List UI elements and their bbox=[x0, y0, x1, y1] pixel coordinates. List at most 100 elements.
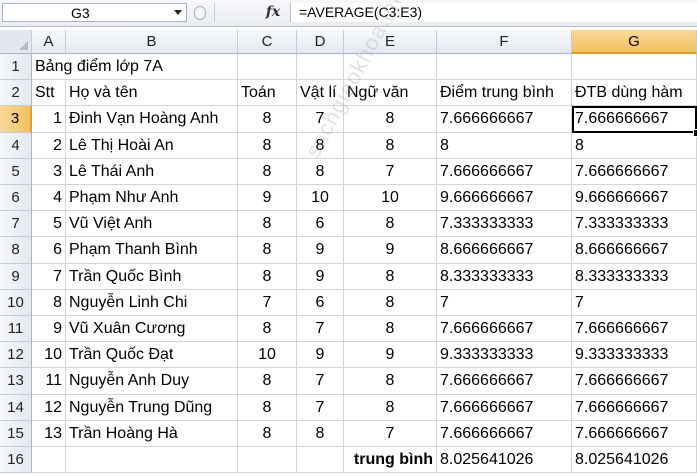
cell-a12[interactable]: 10 bbox=[32, 342, 66, 369]
cell-e2[interactable]: Ngữ văn bbox=[344, 80, 437, 107]
row-header[interactable]: 10 bbox=[0, 289, 32, 316]
cell-b4[interactable]: Lê Thị Hoài An bbox=[66, 132, 238, 159]
cell-g8[interactable]: 8.666666667 bbox=[572, 237, 697, 264]
column-header-e[interactable]: E bbox=[344, 30, 437, 54]
cell-g5[interactable]: 7.666666667 bbox=[572, 158, 697, 185]
cell-g14[interactable]: 7.666666667 bbox=[572, 394, 697, 421]
cell-c7[interactable]: 8 bbox=[238, 211, 297, 238]
cell-e16[interactable]: trung bình bbox=[344, 447, 437, 474]
column-header-d[interactable]: D bbox=[297, 30, 344, 54]
cell-g4[interactable]: 8 bbox=[572, 132, 697, 159]
cell-e11[interactable]: 8 bbox=[344, 316, 437, 343]
name-box[interactable]: G3 bbox=[2, 3, 187, 22]
cell-f5[interactable]: 7.666666667 bbox=[437, 158, 572, 185]
cell-e10[interactable]: 8 bbox=[344, 289, 437, 316]
cell-d1[interactable] bbox=[297, 54, 344, 81]
cell-e3[interactable]: 8 bbox=[344, 106, 437, 133]
cell-a6[interactable]: 4 bbox=[32, 185, 66, 212]
cell-a8[interactable]: 6 bbox=[32, 237, 66, 264]
cell-a13[interactable]: 11 bbox=[32, 368, 66, 395]
row-header[interactable]: 4 bbox=[0, 132, 32, 159]
row-header[interactable]: 14 bbox=[0, 394, 32, 421]
cell-d14[interactable]: 7 bbox=[297, 394, 344, 421]
cell-b8[interactable]: Phạm Thanh Bình bbox=[66, 237, 238, 264]
row-header[interactable]: 12 bbox=[0, 342, 32, 369]
cell-f16[interactable]: 8.025641026 bbox=[437, 447, 572, 474]
cell-g15[interactable]: 7.666666667 bbox=[572, 420, 697, 447]
cell-f1[interactable] bbox=[437, 54, 572, 81]
cell-b13[interactable]: Nguyễn Anh Duy bbox=[66, 368, 238, 395]
row-header[interactable]: 3 bbox=[0, 106, 32, 133]
cell-d6[interactable]: 10 bbox=[297, 185, 344, 212]
cell-f11[interactable]: 7.666666667 bbox=[437, 316, 572, 343]
cell-g10[interactable]: 7 bbox=[572, 289, 697, 316]
cell-e4[interactable]: 8 bbox=[344, 132, 437, 159]
cell-a5[interactable]: 3 bbox=[32, 158, 66, 185]
row-header[interactable]: 2 bbox=[0, 80, 32, 107]
cell-a15[interactable]: 13 bbox=[32, 420, 66, 447]
cell-d16[interactable] bbox=[297, 447, 344, 474]
row-header[interactable]: 5 bbox=[0, 158, 32, 185]
cell-b1[interactable] bbox=[66, 54, 238, 81]
column-header-c[interactable]: C bbox=[238, 30, 297, 54]
cell-g12[interactable]: 9.333333333 bbox=[572, 342, 697, 369]
cell-b16[interactable] bbox=[66, 447, 238, 474]
cell-c10[interactable]: 7 bbox=[238, 289, 297, 316]
cell-g6[interactable]: 9.666666667 bbox=[572, 185, 697, 212]
row-header[interactable]: 13 bbox=[0, 368, 32, 395]
cell-f4[interactable]: 8 bbox=[437, 132, 572, 159]
cell-a14[interactable]: 12 bbox=[32, 394, 66, 421]
cell-d10[interactable]: 6 bbox=[297, 289, 344, 316]
cell-f13[interactable]: 7.666666667 bbox=[437, 368, 572, 395]
cell-f8[interactable]: 8.666666667 bbox=[437, 237, 572, 264]
cell-c9[interactable]: 8 bbox=[238, 263, 297, 290]
fill-handle[interactable] bbox=[693, 128, 697, 137]
row-header[interactable]: 6 bbox=[0, 185, 32, 212]
cell-g11[interactable]: 7.666666667 bbox=[572, 316, 697, 343]
cell-d3[interactable]: 7 bbox=[297, 106, 344, 133]
cell-b5[interactable]: Lê Thái Anh bbox=[66, 158, 238, 185]
cell-f7[interactable]: 7.333333333 bbox=[437, 211, 572, 238]
cell-e6[interactable]: 10 bbox=[344, 185, 437, 212]
cell-f2[interactable]: Điểm trung bình bbox=[437, 80, 572, 107]
cell-f6[interactable]: 9.666666667 bbox=[437, 185, 572, 212]
cell-a3[interactable]: 1 bbox=[32, 106, 66, 133]
formula-input[interactable]: =AVERAGE(C3:E3) bbox=[290, 3, 697, 22]
cell-a9[interactable]: 7 bbox=[32, 263, 66, 290]
column-header-f[interactable]: F bbox=[437, 30, 572, 54]
cell-c4[interactable]: 8 bbox=[238, 132, 297, 159]
cell-a2[interactable]: Stt bbox=[32, 80, 66, 107]
cell-a10[interactable]: 8 bbox=[32, 289, 66, 316]
cell-f10[interactable]: 7 bbox=[437, 289, 572, 316]
cell-d5[interactable]: 8 bbox=[297, 158, 344, 185]
cell-g9[interactable]: 8.333333333 bbox=[572, 263, 697, 290]
cell-a4[interactable]: 2 bbox=[32, 132, 66, 159]
cell-c5[interactable]: 8 bbox=[238, 158, 297, 185]
cell-f15[interactable]: 7.666666667 bbox=[437, 420, 572, 447]
cell-c13[interactable]: 8 bbox=[238, 368, 297, 395]
select-all-button[interactable] bbox=[0, 30, 32, 54]
cell-a1[interactable]: Bảng điểm lớp 7A bbox=[32, 54, 163, 81]
row-header[interactable]: 15 bbox=[0, 420, 32, 447]
cell-a16[interactable] bbox=[32, 447, 66, 474]
cell-b10[interactable]: Nguyễn Linh Chi bbox=[66, 289, 238, 316]
cell-b2[interactable]: Họ và tên bbox=[66, 80, 238, 107]
cell-a11[interactable]: 9 bbox=[32, 316, 66, 343]
row-header[interactable]: 8 bbox=[0, 237, 32, 264]
cell-g7[interactable]: 7.333333333 bbox=[572, 211, 697, 238]
cell-b15[interactable]: Trần Hoàng Hà bbox=[66, 420, 238, 447]
cell-g16[interactable]: 8.025641026 bbox=[572, 447, 697, 474]
cell-c3[interactable]: 8 bbox=[238, 106, 297, 133]
insert-function-icon[interactable]: fx bbox=[262, 2, 284, 22]
cell-c12[interactable]: 10 bbox=[238, 342, 297, 369]
cell-g3[interactable]: 7.666666667 bbox=[572, 106, 697, 133]
cell-c2[interactable]: Toán bbox=[238, 80, 297, 107]
cell-d9[interactable]: 9 bbox=[297, 263, 344, 290]
row-header[interactable]: 1 bbox=[0, 54, 32, 81]
cell-d4[interactable]: 8 bbox=[297, 132, 344, 159]
cell-a7[interactable]: 5 bbox=[32, 211, 66, 238]
row-header[interactable]: 11 bbox=[0, 316, 32, 343]
cell-c14[interactable]: 8 bbox=[238, 394, 297, 421]
cell-b7[interactable]: Vũ Việt Anh bbox=[66, 211, 238, 238]
cell-c11[interactable]: 8 bbox=[238, 316, 297, 343]
